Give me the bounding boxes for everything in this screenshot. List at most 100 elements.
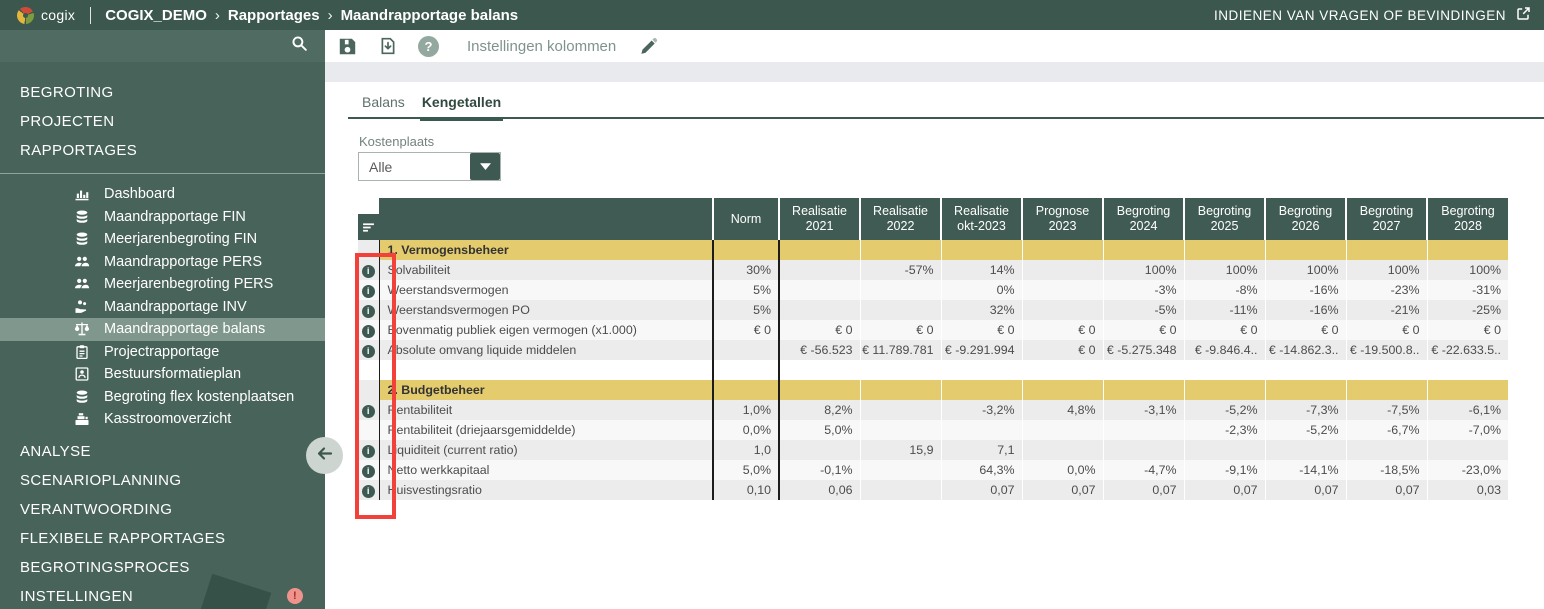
sidebar-item-rapportages[interactable]: RAPPORTAGES [0,136,325,165]
sidebar-collapse-button[interactable] [306,437,343,474]
table-cell: 0% [940,280,1022,300]
table-cell: -6,1% [1426,400,1508,420]
help-button[interactable]: ? [418,35,439,57]
table-cell: 0,07 [1345,480,1427,500]
row-label-cell: Huisvestingsratio [378,480,713,500]
search-icon[interactable] [291,35,308,57]
table-cell: € 0 [859,320,941,340]
table-row-netto-werkkapitaal: i Netto werkkapitaal 5,0% -0,1% 64,3% 0,0% -4,… [358,460,1508,480]
info-icon[interactable]: i [361,344,375,358]
table-cell [859,360,941,380]
breadcrumb: COGIX_DEMO › Rapportages › Maandrapporta… [105,7,518,24]
save-button[interactable] [336,35,358,57]
sidebar-top-items: BEGROTING PROJECTEN RAPPORTAGES [0,62,325,165]
kengetallen-table: Norm Realisatie 2021 Realisatie 2022 Realisat… [358,198,1508,500]
info-icon[interactable]: i [361,444,375,458]
table-cell: 30% [712,260,780,280]
row-label-cell: Liquiditeit (current ratio) [378,440,713,460]
row-label-cell: Rentabiliteit [378,400,713,420]
sidebar-item-projecten[interactable]: PROJECTEN [0,107,325,136]
sidebar-item-kasstroomoverzicht[interactable]: Kasstroomoverzicht [0,408,325,431]
alert-badge: ! [287,588,303,604]
info-cell: i [358,460,379,480]
sidebar-item-maandrapportage-fin[interactable]: Maandrapportage FIN [0,206,325,229]
sidebar-item-maandrapportage-inv[interactable]: Maandrapportage INV [0,296,325,319]
sidebar-item-maandrapportage-pers[interactable]: Maandrapportage PERS [0,251,325,274]
table-row-rentabiliteit: i Rentabiliteit 1,0% 8,2% -3,2% 4,8% -3,1% -5,2… [358,400,1508,420]
table-cell: € -9.291.994 [940,340,1022,360]
info-icon[interactable]: i [361,264,375,278]
sidebar-item-begroting[interactable]: BEGROTING [0,78,325,107]
sidebar-item-verantwoording[interactable]: VERANTWOORDING [0,495,325,524]
sidebar-item-scenarioplanning[interactable]: SCENARIOPLANNING [0,466,325,495]
info-icon[interactable]: i [361,464,375,478]
filter-columns-button[interactable] [358,214,379,240]
sidebar-item-instellingen[interactable]: INSTELLINGEN! [0,582,325,609]
table-cell: € -9.846.4.. [1183,340,1265,360]
section-row-2-budgetbeheer: 2. Budgetbeheer [358,380,1508,400]
info-icon[interactable]: i [361,324,375,338]
table-cell [859,300,941,320]
table-cell: -7,3% [1264,400,1346,420]
breadcrumb-item[interactable]: Rapportages [228,7,320,24]
tab-balans[interactable]: Balans [360,94,407,121]
table-cell [1021,420,1103,440]
info-cell: i [358,480,379,500]
table-cell: -3,1% [1102,400,1184,420]
table-cell [1183,440,1265,460]
sidebar-item-label: ANALYSE [20,442,91,460]
sidebar-item-bestuursformatieplan[interactable]: Bestuursformatieplan [0,363,325,386]
table-cell: 1,0% [712,400,780,420]
sidebar-item-begroting-flex-kostenplaatsen[interactable]: Begroting flex kostenplaatsen [0,386,325,409]
export-download-button[interactable] [377,35,399,57]
submit-questions-link[interactable]: INDIENEN VAN VRAGEN OF BEVINDINGEN [1214,6,1531,24]
dropdown-selected-value: Alle [369,158,393,175]
kostenplaats-dropdown[interactable]: Alle [358,152,501,181]
table-row-liquiditeit-current-ratio: i Liquiditeit (current ratio) 1,0 15,9 7,1 [358,440,1508,460]
table-cell: 7,1 [940,440,1022,460]
info-icon[interactable]: i [361,404,375,418]
table-cell: -9,1% [1183,460,1265,480]
table-cell: 0,03 [1426,480,1508,500]
sidebar-item-maandrapportage-balans[interactable]: Maandrapportage balans [0,318,325,341]
table-cell: -18,5% [1345,460,1427,480]
sidebar-item-projectrapportage[interactable]: Projectrapportage [0,341,325,364]
table-cell: € 0 [1345,320,1427,340]
table-cell: € 0 [1102,320,1184,340]
table-cell: -2,3% [1183,420,1265,440]
sidebar-item-analyse[interactable]: ANALYSE [0,437,325,466]
breadcrumb-item[interactable]: Maandrapportage balans [341,7,519,24]
row-label-cell: Weerstandsvermogen PO [378,300,713,320]
edit-pencil-icon[interactable] [637,35,659,57]
sidebar-item-meerjarenbegroting-fin[interactable]: Meerjarenbegroting FIN [0,228,325,251]
info-icon[interactable]: i [361,484,375,498]
sidebar-item-dashboard[interactable]: Dashboard [0,183,325,206]
table-cell: -3% [1102,280,1184,300]
dropdown-toggle-button[interactable] [470,153,500,180]
table-cell: 0,07 [1102,480,1184,500]
table-cell: € 0 [712,320,780,340]
row-label-cell: Bovenmatig publiek eigen vermogen (x1.00… [378,320,713,340]
table-row-weerstandsvermogen: i Weerstandsvermogen 5% 0% -3% -8% -16% -23% -31… [358,280,1508,300]
table-cell: 100% [1102,260,1184,280]
table-cell [1021,240,1103,260]
sidebar-item-flexibele-rapportages[interactable]: FLEXIBELE RAPPORTAGES [0,524,325,553]
table-cell [1102,440,1184,460]
row-label-cell: Absolute omvang liquide middelen [378,340,713,360]
tab-kengetallen[interactable]: Kengetallen [419,94,504,121]
sidebar-item-meerjarenbegroting-pers[interactable]: Meerjarenbegroting PERS [0,273,325,296]
sidebar-item-label: BEGROTINGSPROCES [20,558,190,576]
sidebar-item-begrotingsproces[interactable]: BEGROTINGSPROCES [0,553,325,582]
table-cell [859,400,941,420]
cogix-logo-icon [17,6,34,24]
main-content: Balans Kengetallen Kostenplaats Alle Norm… [325,82,1544,609]
info-icon[interactable]: i [361,304,375,318]
people-icon [73,276,91,292]
row-label-cell: 2. Budgetbeheer [378,380,713,400]
row-label-cell [378,360,713,380]
table-cell: 32% [940,300,1022,320]
table-cell: -16% [1264,300,1346,320]
breadcrumb-item[interactable]: COGIX_DEMO [105,7,207,24]
info-icon[interactable]: i [361,284,375,298]
table-cell: -14,1% [1264,460,1346,480]
